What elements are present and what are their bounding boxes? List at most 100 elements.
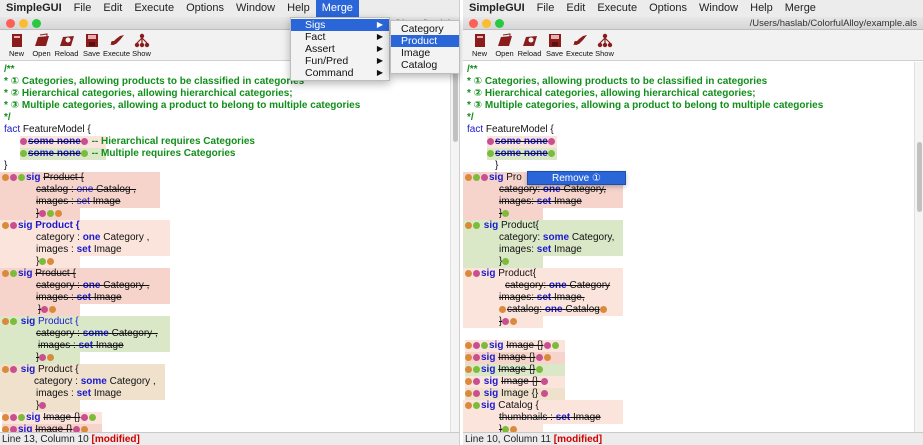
close-window-button[interactable] bbox=[6, 19, 15, 28]
app-menu[interactable]: SimpleGUI bbox=[463, 0, 531, 17]
code-line: sig Image {} bbox=[465, 376, 565, 388]
code-editor[interactable]: /** * ① Categories, allowing products to… bbox=[463, 62, 914, 432]
reload-icon bbox=[521, 32, 539, 48]
feature-marker-icon bbox=[481, 341, 488, 349]
toolbar: New Open Reload Save Execute Show bbox=[463, 30, 923, 61]
open-label: Open bbox=[495, 49, 514, 58]
code-line: * ③ Multiple categories, allowing a prod… bbox=[467, 100, 824, 111]
menu-item-fact[interactable]: Fact ▶ bbox=[291, 31, 389, 43]
menu-edit[interactable]: Edit bbox=[560, 0, 591, 17]
code-line: category : one Category , bbox=[36, 232, 150, 243]
zoom-window-button[interactable] bbox=[495, 19, 504, 28]
feature-marker-icon bbox=[473, 221, 480, 229]
execute-button[interactable]: Execute bbox=[566, 30, 593, 60]
feature-marker-icon bbox=[2, 317, 9, 325]
feature-marker-icon bbox=[481, 173, 488, 181]
feature-marker-icon bbox=[10, 413, 17, 421]
modified-indicator: [modified] bbox=[553, 434, 603, 445]
menu-window[interactable]: Window bbox=[693, 0, 744, 17]
code-line: images : set Image bbox=[36, 196, 121, 207]
feature-marker-icon bbox=[49, 305, 57, 313]
execute-button[interactable]: Execute bbox=[103, 30, 130, 60]
reload-button[interactable]: Reload bbox=[517, 30, 542, 60]
code-line: sig Image {} bbox=[465, 364, 565, 376]
feature-marker-icon bbox=[543, 353, 551, 361]
feature-marker-icon bbox=[47, 209, 55, 217]
code-line: sig Product{ bbox=[465, 268, 536, 280]
code-line: catalog: one Catalog bbox=[499, 304, 608, 316]
save-button[interactable]: Save bbox=[79, 30, 104, 60]
menu-options[interactable]: Options bbox=[180, 0, 230, 17]
menu-file[interactable]: File bbox=[68, 0, 98, 17]
menu-edit[interactable]: Edit bbox=[97, 0, 128, 17]
feature-marker-icon bbox=[547, 137, 555, 145]
reload-button[interactable]: Reload bbox=[54, 30, 79, 60]
scrollbar-thumb[interactable] bbox=[453, 72, 458, 142]
new-file-icon bbox=[471, 32, 489, 48]
menu-options[interactable]: Options bbox=[643, 0, 693, 17]
menubar: SimpleGUI File Edit Execute Options Wind… bbox=[0, 0, 459, 17]
code-line: some none -- Hierarchical requires Categ… bbox=[20, 136, 255, 148]
feature-marker-icon bbox=[47, 257, 55, 265]
scrollbar-thumb[interactable] bbox=[917, 142, 922, 212]
code-line: } bbox=[36, 352, 55, 364]
feature-marker-icon bbox=[487, 149, 494, 157]
show-button[interactable]: Show bbox=[129, 30, 154, 60]
zoom-window-button[interactable] bbox=[32, 19, 41, 28]
menu-file[interactable]: File bbox=[531, 0, 561, 17]
show-button[interactable]: Show bbox=[592, 30, 617, 60]
menu-help[interactable]: Help bbox=[744, 0, 779, 17]
menu-window[interactable]: Window bbox=[230, 0, 281, 17]
save-label: Save bbox=[545, 49, 564, 58]
feature-marker-icon bbox=[535, 365, 543, 373]
code-line: * ③ Multiple categories, allowing a prod… bbox=[4, 100, 361, 111]
feature-marker-icon bbox=[473, 377, 480, 385]
code-line: images : set Image bbox=[36, 244, 122, 255]
menu-merge[interactable]: Merge bbox=[779, 0, 822, 17]
identifier: FeatureModel { bbox=[22, 124, 91, 135]
new-button[interactable]: New bbox=[467, 30, 492, 60]
editor-scrollbar[interactable] bbox=[914, 62, 923, 432]
remove-context-menu-item[interactable]: Remove ① bbox=[527, 171, 626, 185]
submenu-item-catalog[interactable]: Catalog bbox=[391, 59, 459, 71]
menu-help[interactable]: Help bbox=[281, 0, 316, 17]
code-line: sig Image {} bbox=[465, 388, 565, 400]
minimize-window-button[interactable] bbox=[19, 19, 28, 28]
menu-execute[interactable]: Execute bbox=[591, 0, 643, 17]
menu-item-assert[interactable]: Assert ▶ bbox=[291, 43, 389, 55]
new-button[interactable]: New bbox=[4, 30, 29, 60]
code-editor[interactable]: /** * ① Categories, allowing products to… bbox=[0, 62, 450, 432]
menu-item-fun-pred[interactable]: Fun/Pred ▶ bbox=[291, 55, 389, 67]
submenu-item-product[interactable]: Product bbox=[391, 35, 459, 47]
code-line: category : one Category , bbox=[36, 280, 150, 291]
cursor-position: Line 13, Column 10 bbox=[2, 434, 89, 445]
open-button[interactable]: Open bbox=[29, 30, 54, 60]
sigs-submenu: Category Product Image Catalog bbox=[390, 20, 460, 74]
feature-marker-icon bbox=[543, 341, 551, 349]
menu-item-command[interactable]: Command ▶ bbox=[291, 67, 389, 79]
execute-icon bbox=[571, 32, 589, 48]
feature-marker-icon bbox=[39, 353, 47, 361]
feature-marker-icon bbox=[39, 401, 47, 409]
feature-marker-icon bbox=[465, 365, 472, 373]
submenu-item-image[interactable]: Image bbox=[391, 47, 459, 59]
code-line: sig Image {} bbox=[2, 424, 102, 432]
comment: -- Hierarchical requires Categories bbox=[91, 136, 255, 147]
save-button[interactable]: Save bbox=[542, 30, 567, 60]
code-line: fact FeatureModel { bbox=[4, 124, 91, 136]
code-line: images: set Image bbox=[499, 196, 582, 207]
feature-marker-icon bbox=[510, 317, 518, 325]
submenu-item-category[interactable]: Category bbox=[391, 23, 459, 35]
code-line: } bbox=[499, 424, 518, 432]
menu-item-sigs[interactable]: Sigs ▶ bbox=[291, 19, 389, 31]
editor-scrollbar[interactable] bbox=[450, 62, 459, 432]
keyword: sig bbox=[26, 172, 41, 183]
feature-marker-icon bbox=[80, 413, 88, 421]
menu-merge[interactable]: Merge bbox=[315, 0, 359, 17]
open-button[interactable]: Open bbox=[492, 30, 517, 60]
minimize-window-button[interactable] bbox=[482, 19, 491, 28]
app-menu[interactable]: SimpleGUI bbox=[0, 0, 68, 17]
menu-execute[interactable]: Execute bbox=[128, 0, 180, 17]
close-window-button[interactable] bbox=[469, 19, 478, 28]
feature-marker-icon bbox=[2, 365, 9, 373]
